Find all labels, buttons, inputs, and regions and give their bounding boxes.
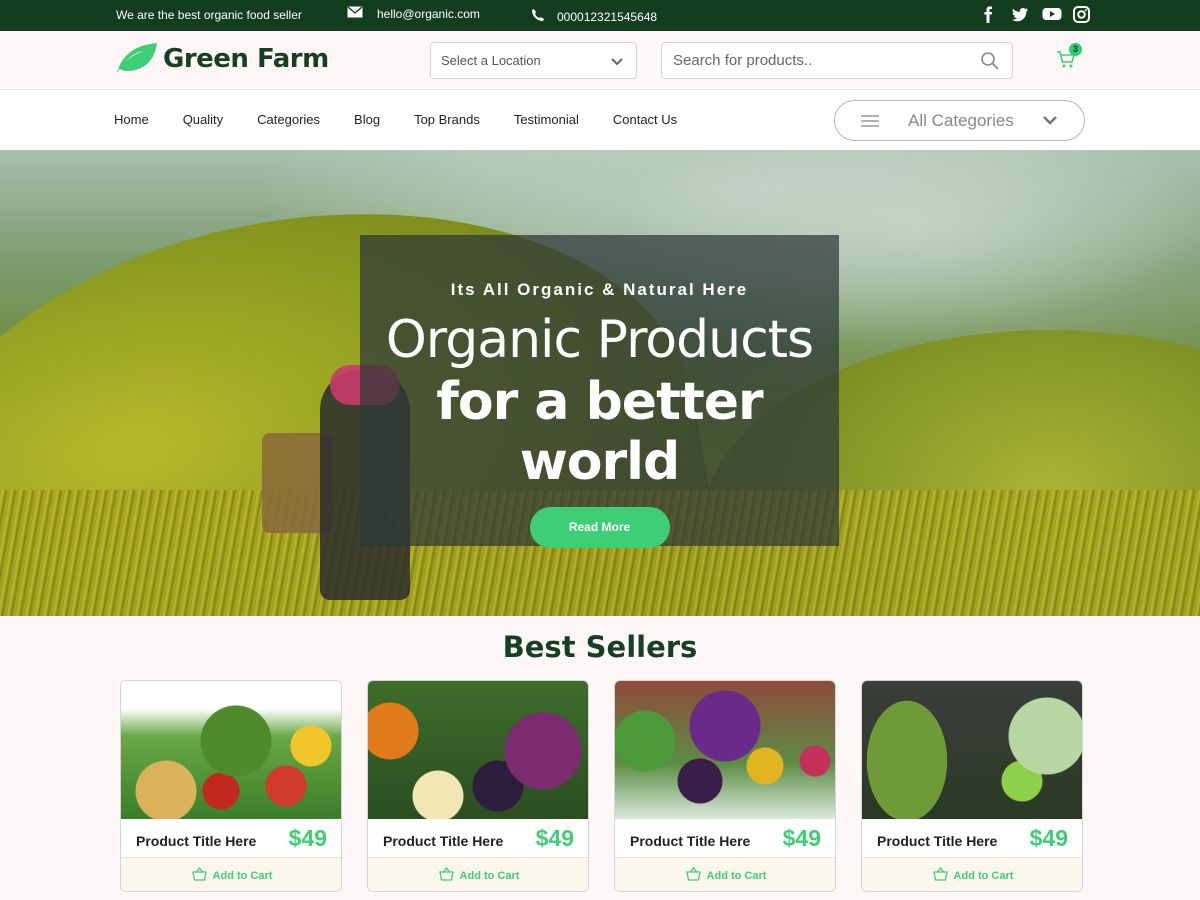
chevron-down-icon — [610, 55, 624, 70]
search-input[interactable] — [662, 43, 962, 78]
add-to-cart-button[interactable]: Add to Cart — [368, 857, 588, 891]
cart-icon — [1056, 51, 1076, 73]
envelope-icon — [347, 6, 363, 21]
nav-item-home[interactable]: Home — [114, 112, 149, 127]
add-to-cart-button[interactable]: Add to Cart — [862, 857, 1082, 891]
nav-item-quality[interactable]: Quality — [183, 112, 223, 127]
hamburger-menu-icon — [861, 114, 879, 133]
product-price: $49 — [288, 825, 327, 851]
basket-icon — [191, 866, 207, 884]
add-to-cart-button[interactable]: Add to Cart — [121, 857, 341, 891]
chevron-down-icon — [1042, 113, 1058, 131]
brand-logo[interactable]: Green Farm — [115, 37, 329, 80]
add-to-cart-button[interactable]: Add to Cart — [615, 857, 835, 891]
product-title[interactable]: Product Title Here — [630, 833, 750, 849]
phone-contact[interactable]: 000012321545648 — [531, 8, 657, 25]
hero-title-line1: Organic Products — [385, 310, 814, 370]
twitter-icon[interactable] — [1011, 6, 1029, 24]
instagram-icon[interactable] — [1073, 6, 1091, 24]
hero-banner: Its All Organic & Natural Here Organic P… — [0, 150, 1200, 616]
email-text[interactable]: hello@organic.com — [377, 7, 480, 21]
add-to-cart-label: Add to Cart — [459, 869, 520, 882]
hero-text-panel: Its All Organic & Natural Here Organic P… — [360, 235, 839, 548]
product-card[interactable]: Product Title Here $49 Add to Cart — [120, 680, 342, 892]
search-box — [661, 42, 1013, 79]
nav-item-blog[interactable]: Blog — [354, 112, 380, 127]
product-price: $49 — [535, 825, 574, 851]
hero-subtitle: Its All Organic & Natural Here — [450, 280, 749, 299]
main-nav: Home Quality Categories Blog Top Brands … — [0, 90, 1200, 150]
hero-title-line2: for a better world — [436, 372, 763, 492]
cart-button[interactable]: 3 — [1056, 43, 1082, 74]
product-image[interactable] — [121, 681, 341, 819]
add-to-cart-label: Add to Cart — [706, 869, 767, 882]
product-image[interactable] — [368, 681, 588, 819]
product-title[interactable]: Product Title Here — [877, 833, 997, 849]
nav-item-testimonial[interactable]: Testimonial — [514, 112, 579, 127]
social-links — [980, 6, 1091, 24]
phone-icon — [531, 8, 545, 25]
add-to-cart-label: Add to Cart — [953, 869, 1014, 882]
product-title[interactable]: Product Title Here — [383, 833, 503, 849]
product-image[interactable] — [615, 681, 835, 819]
nav-menu: Home Quality Categories Blog Top Brands … — [114, 112, 711, 127]
location-select[interactable]: Select a Location — [430, 42, 637, 79]
product-card[interactable]: Product Title Here $49 Add to Cart — [367, 680, 589, 892]
all-categories-dropdown[interactable]: All Categories — [834, 100, 1085, 141]
cart-count-badge: 3 — [1069, 43, 1082, 56]
facebook-icon[interactable] — [980, 6, 998, 24]
best-sellers-heading: Best Sellers — [502, 630, 698, 664]
leaf-icon — [115, 37, 159, 80]
location-select-value: Select a Location — [441, 53, 541, 68]
youtube-icon[interactable] — [1042, 6, 1062, 24]
read-more-button[interactable]: Read More — [529, 507, 670, 548]
nav-item-top-brands[interactable]: Top Brands — [414, 112, 480, 127]
nav-item-categories[interactable]: Categories — [257, 112, 320, 127]
main-header: Green Farm Select a Location 3 — [0, 31, 1200, 90]
product-title[interactable]: Product Title Here — [136, 833, 256, 849]
all-categories-label: All Categories — [908, 111, 1014, 130]
product-price: $49 — [1029, 825, 1068, 851]
add-to-cart-label: Add to Cart — [212, 869, 273, 882]
email-contact[interactable]: hello@organic.com — [347, 6, 480, 21]
basket-icon — [685, 866, 701, 884]
phone-text[interactable]: 000012321545648 — [557, 10, 657, 24]
top-bar: We are the best organic food seller hell… — [0, 0, 1200, 31]
product-image[interactable] — [862, 681, 1082, 819]
product-price: $49 — [782, 825, 821, 851]
brand-name: Green Farm — [163, 43, 329, 74]
nav-item-contact-us[interactable]: Contact Us — [613, 112, 677, 127]
product-card[interactable]: Product Title Here $49 Add to Cart — [614, 680, 836, 892]
basket-icon — [438, 866, 454, 884]
tagline: We are the best organic food seller — [116, 8, 302, 22]
basket-icon — [932, 866, 948, 884]
product-grid: Product Title Here $49 Add to Cart Produ… — [120, 680, 1083, 892]
product-card[interactable]: Product Title Here $49 Add to Cart — [861, 680, 1083, 892]
search-icon[interactable] — [980, 51, 1000, 76]
